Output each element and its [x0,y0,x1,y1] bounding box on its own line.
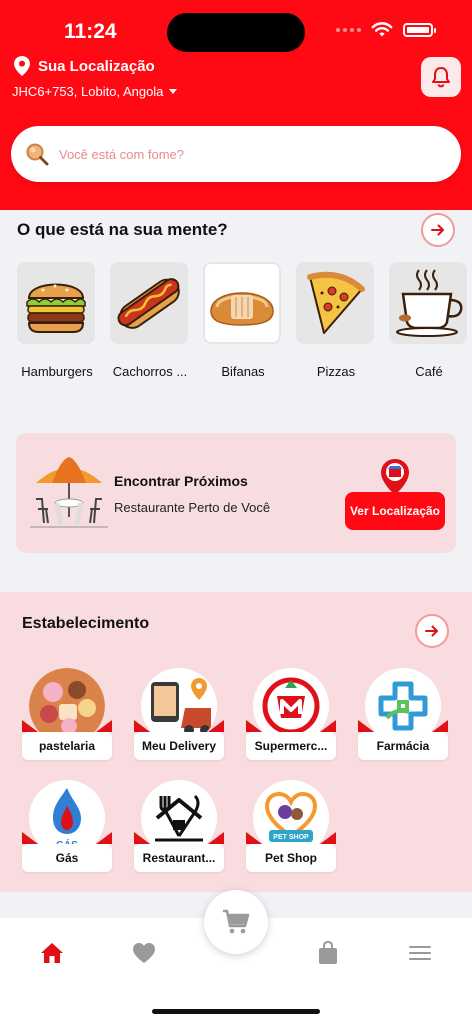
home-icon [41,943,63,963]
arrow-right-icon [425,625,438,637]
location-selector[interactable]: Sua Localização [14,56,155,76]
category-hotdogs[interactable]: Cachorros ... [110,262,190,379]
burger-icon [17,262,95,344]
location-title: Sua Localização [38,57,155,75]
nearby-promo-card: Encontrar Próximos Restaurante Perto de … [16,433,456,553]
wifi-icon [371,22,393,37]
bell-icon [432,67,450,88]
category-label: Pizzas [316,364,356,379]
establishment-gas[interactable]: GÁS Gás [22,780,112,872]
view-location-button[interactable]: Ver Localização [345,492,445,530]
establishment-label: Supermerc... [246,732,336,760]
category-hamburgers[interactable]: Hamburgers [17,262,97,379]
hotdog-icon [110,262,188,344]
arrow-right-icon [431,224,444,236]
establishment-label: Pet Shop [246,844,336,872]
promo-title: Encontrar Próximos [114,473,248,489]
cart-icon [223,909,250,934]
category-label: Bifanas [221,364,265,379]
search-bar[interactable]: Você está com fome? [11,126,461,182]
establishment-label: Restaurant... [134,844,224,872]
establishment-label: Meu Delivery [134,732,224,760]
establishment-supermercado[interactable]: Supermerc... [246,668,336,760]
search-placeholder: Você está com fome? [59,146,185,162]
tab-orders[interactable] [313,938,343,968]
menu-icon [409,946,431,960]
tab-menu[interactable] [405,938,435,968]
establishments-see-all-button[interactable] [415,614,449,648]
location-address-row[interactable]: JHC6+753, Lobito, Angola [12,84,178,99]
location-address: JHC6+753, Lobito, Angola [12,84,164,99]
search-icon [26,143,49,166]
category-bifanas[interactable]: Bifanas [203,262,283,379]
signal-icon [336,28,361,32]
heart-icon [133,943,155,963]
category-label: Hamburgers [21,364,93,379]
categories-title: O que está na sua mente? [17,220,228,239]
bag-icon [319,941,337,964]
pizza-icon [296,262,374,344]
location-pin-icon [14,56,30,76]
category-label: Café [415,364,443,379]
battery-icon [403,23,436,37]
categories-see-all-button[interactable] [421,213,455,247]
establishment-label: Farmácia [358,732,448,760]
cafe-table-icon [30,457,108,528]
bifana-icon [203,262,281,344]
coffee-icon [389,262,467,344]
establishment-pet-shop[interactable]: PET SHOP Pet Shop [246,780,336,872]
establishment-farmacia[interactable]: Farmácia [358,668,448,760]
establishment-restaurante[interactable]: Restaurant... [134,780,224,872]
establishment-label: pastelaria [22,732,112,760]
category-pizzas[interactable]: Pizzas [296,262,376,379]
home-indicator [152,1009,320,1014]
cart-button[interactable] [204,890,268,954]
category-label: Cachorros ... [112,364,188,379]
notifications-button[interactable] [421,57,461,97]
store-pin-icon [381,459,409,495]
dynamic-island [167,13,305,52]
establishment-meu-delivery[interactable]: Meu Delivery [134,668,224,760]
promo-subtitle: Restaurante Perto de Você [114,500,271,515]
establishments-title: Estabelecimento [22,615,150,632]
chevron-down-icon [169,89,178,94]
pet-shop-logo-text: PET SHOP [273,834,309,841]
tab-home[interactable] [37,938,67,968]
status-indicators [336,22,436,38]
category-cafe[interactable]: Café [389,262,469,379]
establishments-section: Estabelecimento pastelaria Meu Delivery … [0,592,472,892]
tab-favorites[interactable] [129,938,159,968]
status-time: 11:24 [64,20,117,43]
status-bar: 11:24 [0,0,472,56]
establishment-pastelaria[interactable]: pastelaria [22,668,112,760]
establishment-label: Gás [22,844,112,872]
